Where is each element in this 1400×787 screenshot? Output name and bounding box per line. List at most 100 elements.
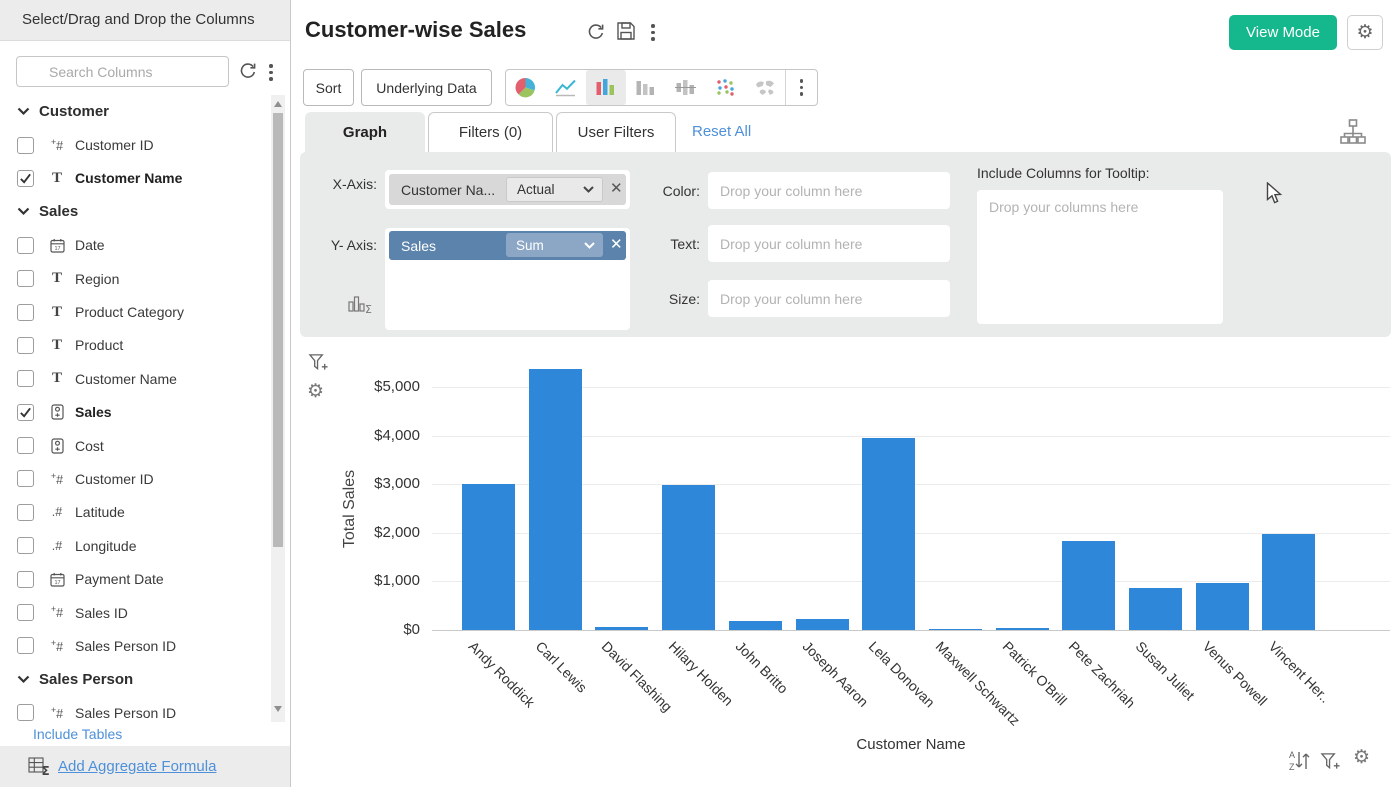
chart-type-map-icon[interactable] [745, 70, 785, 105]
reset-all-link[interactable]: Reset All [692, 112, 751, 152]
column-item-sales-person-id[interactable]: +#Sales Person ID [0, 629, 271, 662]
y-tick-label: $0 [338, 621, 420, 638]
sort-button[interactable]: Sort [303, 69, 354, 106]
chart-type-line-icon[interactable] [546, 70, 586, 105]
sort-az-icon[interactable]: AZ [1286, 748, 1311, 778]
y-axis-aggregation-select[interactable]: Sum [506, 233, 603, 257]
chart-type-pos-neg-bar-icon[interactable] [666, 70, 706, 105]
scroll-down-arrow[interactable] [274, 706, 282, 712]
bar-patrick-o-brill[interactable] [996, 628, 1049, 630]
bar-sigma-icon: Σ [348, 293, 374, 321]
column-item-customer-name[interactable]: TCustomer Name [0, 162, 271, 195]
bar-joseph-aaron[interactable] [796, 619, 849, 630]
column-item-product[interactable]: TProduct [0, 329, 271, 362]
section-header-customer[interactable]: Customer [0, 95, 271, 128]
bar-venus-powell[interactable] [1196, 583, 1249, 630]
bar-pete-zachriah[interactable] [1062, 541, 1115, 630]
checkbox-unchecked[interactable] [17, 604, 34, 621]
x-axis-aggregation-select[interactable]: Actual [506, 177, 603, 202]
column-item-sales[interactable]: Sales [0, 396, 271, 429]
text-dropzone[interactable]: Drop your column here [708, 225, 950, 262]
tab-filters[interactable]: Filters (0) [428, 112, 553, 152]
bar-lela-donovan[interactable] [862, 438, 915, 630]
chart-filter-icon[interactable] [308, 352, 329, 378]
search-input[interactable] [16, 56, 229, 87]
column-item-product-category[interactable]: TProduct Category [0, 295, 271, 328]
column-item-longitude[interactable]: .#Longitude [0, 529, 271, 562]
bar-andy-roddick[interactable] [462, 484, 515, 630]
checkbox-checked[interactable] [17, 404, 34, 421]
column-item-customer-id[interactable]: +#Customer ID [0, 462, 271, 495]
aggregate-formula-icon: Σ [28, 757, 51, 776]
color-dropzone[interactable]: Drop your column here [708, 172, 950, 209]
refresh-columns-icon[interactable] [238, 61, 258, 86]
checkbox-unchecked[interactable] [17, 537, 34, 554]
chevron-down-icon [583, 186, 594, 193]
color-label: Color: [600, 183, 700, 199]
column-item-date[interactable]: 17Date [0, 229, 271, 262]
id-type-icon: +# [51, 471, 63, 487]
bar-david-flashing[interactable] [595, 627, 648, 630]
checkbox-unchecked[interactable] [17, 137, 34, 154]
bar-john-britto[interactable] [729, 621, 782, 630]
decimal-type-icon: .# [52, 505, 62, 519]
add-aggregate-formula-link[interactable]: Add Aggregate Formula [58, 758, 216, 775]
column-item-customer-name[interactable]: TCustomer Name [0, 362, 271, 395]
checkbox-unchecked[interactable] [17, 337, 34, 354]
bar-vincent-her-[interactable] [1262, 534, 1315, 630]
date-type-icon: 17 [50, 238, 65, 253]
svg-text:Σ: Σ [365, 303, 372, 316]
checkbox-unchecked[interactable] [17, 571, 34, 588]
column-item-latitude[interactable]: .#Latitude [0, 496, 271, 529]
view-mode-button[interactable]: View Mode [1229, 15, 1337, 50]
include-tables-link[interactable]: Include Tables [0, 722, 290, 746]
add-aggregate-row: Σ Add Aggregate Formula [0, 746, 290, 787]
chart-type-bar-icon[interactable] [586, 70, 626, 105]
chart-settings-icon[interactable]: ⚙ [307, 380, 324, 403]
tab-user-filters[interactable]: User Filters [556, 112, 676, 152]
date-type-icon: 17 [50, 572, 65, 587]
checkbox-unchecked[interactable] [17, 704, 34, 721]
save-icon[interactable] [616, 21, 636, 46]
checkbox-unchecked[interactable] [17, 637, 34, 654]
column-item-sales-id[interactable]: +#Sales ID [0, 596, 271, 629]
tooltip-columns-label: Include Columns for Tooltip: [977, 165, 1150, 181]
checkbox-unchecked[interactable] [17, 437, 34, 454]
underlying-data-button[interactable]: Underlying Data [361, 69, 492, 106]
scrollbar-thumb[interactable] [273, 113, 283, 547]
hierarchy-icon[interactable] [1339, 118, 1367, 151]
section-header-sales[interactable]: Sales [0, 195, 271, 228]
checkbox-unchecked[interactable] [17, 237, 34, 254]
chart-settings-bottom-icon[interactable]: ⚙ [1353, 746, 1370, 769]
bar-carl-lewis[interactable] [529, 369, 582, 630]
column-item-customer-id[interactable]: +#Customer ID [0, 128, 271, 161]
refresh-report-icon[interactable] [586, 22, 606, 47]
chart-filter-bottom-icon[interactable] [1320, 751, 1341, 777]
tooltip-dropzone[interactable]: Drop your columns here [977, 190, 1223, 324]
bar-susan-juliet[interactable] [1129, 588, 1182, 630]
section-header-sales-person[interactable]: Sales Person [0, 663, 271, 696]
x-tick-label: John Britto [732, 638, 791, 697]
scroll-up-arrow[interactable] [274, 101, 282, 107]
checkbox-unchecked[interactable] [17, 370, 34, 387]
checkbox-unchecked[interactable] [17, 470, 34, 487]
tab-graph[interactable]: Graph [305, 112, 425, 152]
column-item-region[interactable]: TRegion [0, 262, 271, 295]
checkbox-unchecked[interactable] [17, 504, 34, 521]
chart-type-stacked-bar-icon[interactable] [626, 70, 666, 105]
checkbox-unchecked[interactable] [17, 270, 34, 287]
size-dropzone[interactable]: Drop your column here [708, 280, 950, 317]
settings-gear-button[interactable]: ⚙ [1347, 15, 1383, 50]
chart-type-pie-icon[interactable] [506, 70, 546, 105]
checkbox-checked[interactable] [17, 170, 34, 187]
chart-toolbar-more-icon[interactable] [785, 70, 817, 105]
column-item-sales-person-id[interactable]: +#Sales Person ID [0, 696, 271, 722]
bar-maxwell-schwartz[interactable] [929, 629, 982, 631]
bar-hilary-holden[interactable] [662, 485, 715, 630]
report-more-menu-icon[interactable] [649, 22, 657, 43]
chart-type-scatter-icon[interactable] [705, 70, 745, 105]
column-item-cost[interactable]: Cost [0, 429, 271, 462]
sidebar-more-menu-icon[interactable] [267, 62, 275, 83]
checkbox-unchecked[interactable] [17, 304, 34, 321]
column-item-payment-date[interactable]: 17Payment Date [0, 562, 271, 595]
